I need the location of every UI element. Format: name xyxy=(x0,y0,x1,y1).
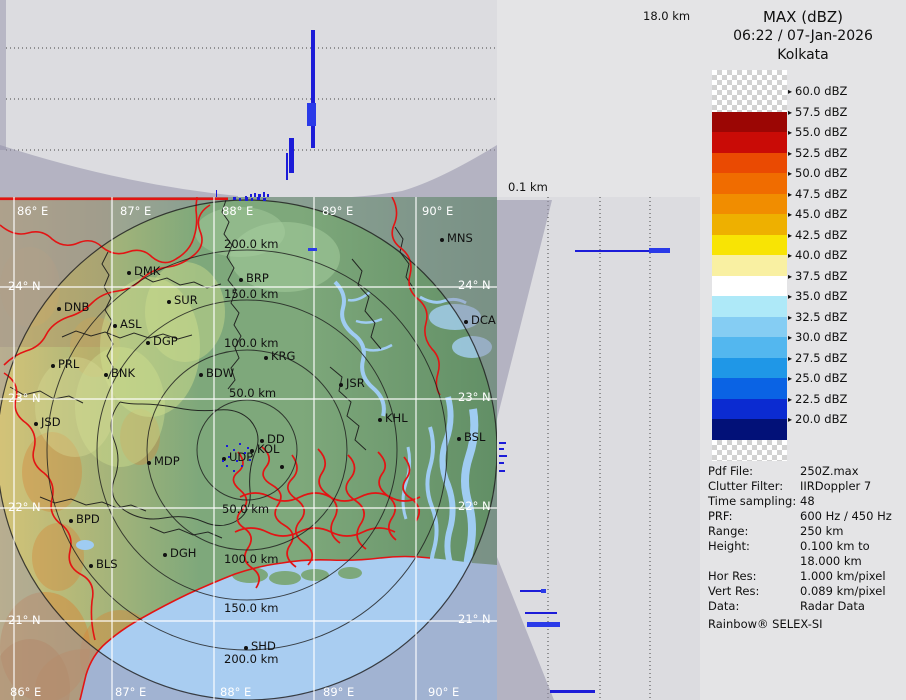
radar-site-name: Kolkata xyxy=(700,47,906,63)
legend-tick-label: ▸32.5 dBZ xyxy=(788,311,847,324)
legend-band xyxy=(712,358,787,379)
info-value: Radar Data xyxy=(800,599,865,614)
tick-arrow-icon: ▸ xyxy=(788,354,792,363)
software-brand: Rainbow® SELEX-SI xyxy=(708,617,904,632)
info-row: 18.000 km xyxy=(708,554,904,569)
legend-tick-label: ▸60.0 dBZ xyxy=(788,85,847,98)
info-row: Clutter Filter:IIRDoppler 7 xyxy=(708,479,904,494)
tick-arrow-icon: ▸ xyxy=(788,251,792,260)
tick-arrow-icon: ▸ xyxy=(788,108,792,117)
legend-tick-label: ▸25.0 dBZ xyxy=(788,372,847,385)
legend-tick-label: ▸45.0 dBZ xyxy=(788,208,847,221)
info-label: Height: xyxy=(708,539,800,554)
legend-tick-label: ▸57.5 dBZ xyxy=(788,106,847,119)
info-label: PRF: xyxy=(708,509,800,524)
legend-band xyxy=(712,132,787,153)
info-value: 0.100 km to xyxy=(800,539,870,554)
info-value: 48 xyxy=(800,494,815,509)
tick-arrow-icon: ▸ xyxy=(788,395,792,404)
legend-color-scale xyxy=(712,70,787,461)
legend-band xyxy=(712,399,787,420)
legend-tick-label: ▸27.5 dBZ xyxy=(788,352,847,365)
legend-band xyxy=(712,235,787,256)
tick-arrow-icon: ▸ xyxy=(788,87,792,96)
tick-arrow-icon: ▸ xyxy=(788,272,792,281)
legend-tick-label: ▸52.5 dBZ xyxy=(788,147,847,160)
beam-blind-left-strip xyxy=(0,0,6,150)
legend-band-overflow-top xyxy=(712,70,787,112)
legend-tick-label: ▸22.5 dBZ xyxy=(788,393,847,406)
info-row: Vert Res:0.089 km/pixel xyxy=(708,584,904,599)
info-value: 600 Hz / 450 Hz xyxy=(800,509,892,524)
info-label: Clutter Filter: xyxy=(708,479,800,494)
product-title: MAX (dBZ) xyxy=(700,8,906,26)
legend-tick-label: ▸50.0 dBZ xyxy=(788,167,847,180)
legend-tick-label: ▸47.5 dBZ xyxy=(788,188,847,201)
legend-band xyxy=(712,337,787,358)
tick-arrow-icon: ▸ xyxy=(788,292,792,301)
legend-band xyxy=(712,419,787,440)
tick-arrow-icon: ▸ xyxy=(788,128,792,137)
info-value: IIRDoppler 7 xyxy=(800,479,871,494)
info-row: Data:Radar Data xyxy=(708,599,904,614)
tick-arrow-icon: ▸ xyxy=(788,374,792,383)
legend-tick-label: ▸20.0 dBZ xyxy=(788,413,847,426)
legend-tick-label: ▸40.0 dBZ xyxy=(788,249,847,262)
info-value: 250Z.max xyxy=(800,464,859,479)
info-row: Pdf File:250Z.max xyxy=(708,464,904,479)
legend-band xyxy=(712,194,787,215)
product-datetime: 06:22 / 07-Jan-2026 xyxy=(700,28,906,44)
legend-tick-label: ▸55.0 dBZ xyxy=(788,126,847,139)
legend-band xyxy=(712,378,787,399)
info-row: Hor Res:1.000 km/pixel xyxy=(708,569,904,584)
legend-band xyxy=(712,214,787,235)
tick-arrow-icon: ▸ xyxy=(788,190,792,199)
info-label: Range: xyxy=(708,524,800,539)
info-value: 250 km xyxy=(800,524,843,539)
side-panel-height-label: 0.1 km xyxy=(508,180,548,194)
tick-arrow-icon: ▸ xyxy=(788,415,792,424)
info-value: 18.000 km xyxy=(800,554,862,569)
info-label: Vert Res: xyxy=(708,584,800,599)
tick-arrow-icon: ▸ xyxy=(788,149,792,158)
tick-arrow-icon: ▸ xyxy=(788,333,792,342)
info-row: Range:250 km xyxy=(708,524,904,539)
tick-arrow-icon: ▸ xyxy=(788,231,792,240)
legend-tick-label: ▸37.5 dBZ xyxy=(788,270,847,283)
top-panel-height-label: 18.0 km xyxy=(643,9,690,23)
info-value: 1.000 km/pixel xyxy=(800,569,886,584)
info-label: Time sampling: xyxy=(708,494,800,509)
map-graphic xyxy=(0,197,497,700)
info-label: Pdf File: xyxy=(708,464,800,479)
legend-tick-label: ▸30.0 dBZ xyxy=(788,331,847,344)
info-label xyxy=(708,554,800,569)
info-value: 0.089 km/pixel xyxy=(800,584,886,599)
tick-arrow-icon: ▸ xyxy=(788,210,792,219)
legend-band xyxy=(712,112,787,133)
tick-arrow-icon: ▸ xyxy=(788,169,792,178)
legend-band xyxy=(712,296,787,317)
side-cross-section-panel xyxy=(497,197,700,700)
legend-band xyxy=(712,317,787,338)
info-row: PRF:600 Hz / 450 Hz xyxy=(708,509,904,524)
legend-band xyxy=(712,255,787,276)
info-label: Data: xyxy=(708,599,800,614)
legend-band xyxy=(712,153,787,174)
legend-band-overflow-bottom xyxy=(712,440,787,461)
side-panel-graphic xyxy=(497,197,700,700)
radar-display: 18.0 km 0.1 km xyxy=(0,0,906,700)
info-row: Height:0.100 km to xyxy=(708,539,904,554)
legend-tick-label: ▸35.0 dBZ xyxy=(788,290,847,303)
radar-map: 86° E86° E87° E87° E88° E88° E89° E89° E… xyxy=(0,197,497,700)
tick-arrow-icon: ▸ xyxy=(788,313,792,322)
top-cross-section-panel xyxy=(0,0,497,197)
legend-band xyxy=(712,276,787,297)
legend-tick-label: ▸42.5 dBZ xyxy=(788,229,847,242)
product-info-block: Pdf File:250Z.maxClutter Filter:IIRDoppl… xyxy=(708,464,904,632)
top-panel-graphic xyxy=(0,0,497,197)
info-row: Time sampling:48 xyxy=(708,494,904,509)
info-label: Hor Res: xyxy=(708,569,800,584)
legend-band xyxy=(712,173,787,194)
